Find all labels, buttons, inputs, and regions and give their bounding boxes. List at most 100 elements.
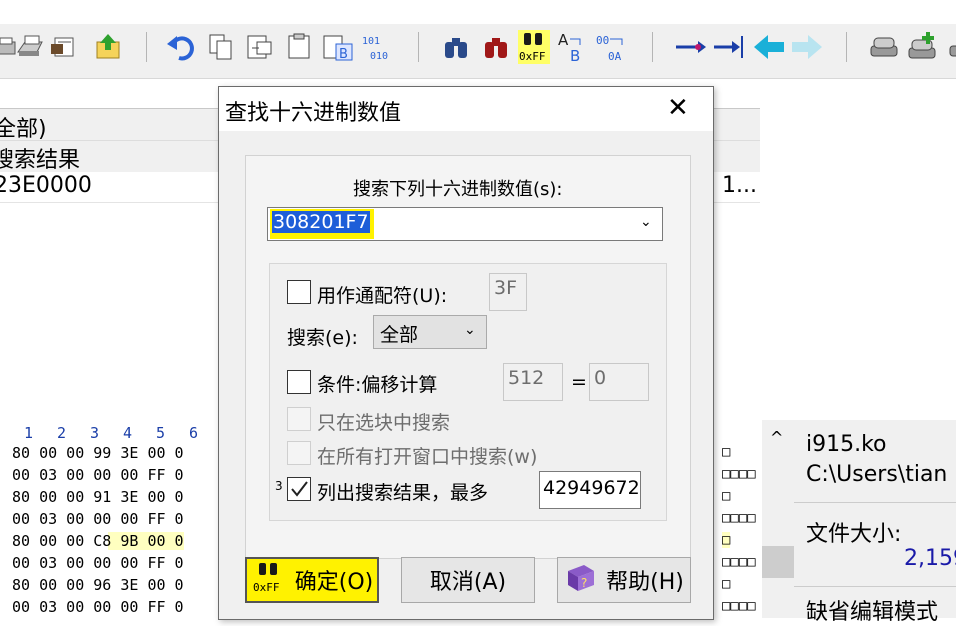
condition-checkbox[interactable] [287,370,311,394]
condition-remainder-field[interactable]: 0 [589,363,649,401]
toolbar-top-strip [0,0,956,24]
scroll-thumb[interactable] [762,546,794,578]
hex-row[interactable]: 00 03 00 00 00 FF 0 [12,598,184,616]
svg-text:B: B [339,47,348,62]
goto-marker-icon[interactable] [712,30,744,64]
clipboard-icon[interactable] [284,30,316,64]
condition-label: 条件:偏移计算 [317,374,438,396]
find-icon[interactable] [440,30,472,64]
toolbar-separator [652,32,653,62]
binary-icon[interactable]: 101 010 [360,30,392,64]
ascii-row[interactable]: □□□□ [722,554,756,570]
cancel-button[interactable]: 取消(A) [401,557,535,603]
goto-offset-icon[interactable] [674,30,706,64]
hex-column-label: 1 [24,424,34,442]
only-selected-checkbox[interactable] [287,407,311,431]
divider [794,502,956,503]
search-value-combobox[interactable]: 308201F7 ⌄ [267,207,663,241]
ascii-view[interactable]: □ □□□□ □ □□□□ □ □□□□ □ □□□□ [720,420,762,618]
ascii-row[interactable]: □□□□ [722,510,756,526]
hex-row[interactable]: 80 00 00 99 3E 00 0 [12,444,184,462]
back-icon[interactable] [752,30,784,64]
paste-icon[interactable] [244,30,276,64]
ascii-row[interactable]: □ [722,488,730,504]
search-scope-dropdown[interactable]: 全部 ⌄ [373,315,487,349]
hex-column-label: 4 [123,424,133,442]
result-offset: 23E0000 [0,173,92,198]
ascii-row[interactable]: □ [722,444,730,460]
find-hex-badge: 0xFF [519,50,546,63]
condition-equals: = [571,371,587,393]
ok-button[interactable]: 0xFF 确定(O) [245,557,379,603]
ok-label: 确定(O) [294,570,374,595]
condition-offset-field[interactable]: 512 [503,363,563,401]
hex-row[interactable]: 00 03 00 00 00 FF 0 [12,554,184,572]
printer-icon[interactable] [14,30,46,64]
svg-text:101: 101 [362,36,380,47]
search-value-text[interactable]: 308201F7 [272,211,370,233]
tab-all[interactable]: 全部) [0,111,47,143]
file-info-panel: i915.ko C:\Users\tian 文件大小: 2,159 缺省编辑模式 [794,420,956,625]
hex-row[interactable]: 80 00 00 96 3E 00 0 [12,576,184,594]
help-button[interactable]: ? 帮助(H) [557,557,691,603]
toolbar-separator [846,32,847,62]
list-results-prefix: 3 [275,479,283,493]
vertical-scrollbar[interactable]: ^ [762,420,794,618]
file-path: C:\Users\tian [806,462,948,487]
convert-icon[interactable]: B [322,30,354,64]
checkmark-icon [291,481,308,497]
hex-view[interactable]: 1 2 3 4 5 6 80 00 00 99 3E 00 0 00 03 00 00 00… [0,420,220,618]
replace-text-icon[interactable]: AB [556,30,588,64]
upload-icon[interactable] [92,30,124,64]
find-hex-dialog: 查找十六进制数值 ✕ 搜索下列十六进制数值(s): 308201F7 ⌄ 用作通… [218,86,714,620]
svg-text:B: B [570,47,580,63]
find-text-icon[interactable] [480,30,512,64]
disk-remove-icon[interactable] [942,30,956,64]
chevron-down-icon: ⌄ [464,322,476,338]
all-windows-label: 在所有打开窗口中搜索(w) [317,446,538,468]
svg-text:0A: 0A [608,50,622,63]
edit-mode-label: 缺省编辑模式 [806,600,939,625]
toolbar-separator [146,32,147,62]
scroll-up-icon[interactable]: ^ [770,428,783,447]
find-hex-icon: 0xFF [251,561,285,600]
search-label: 搜索下列十六进制数值(s): [353,179,563,200]
hex-column-label: 3 [90,424,100,442]
ascii-row[interactable]: □ [722,576,730,592]
svg-text:0xFF: 0xFF [253,581,280,594]
forward-icon[interactable] [790,30,822,64]
wildcard-label: 用作通配符(U): [317,285,448,307]
ascii-row[interactable]: □□□□ [722,466,756,482]
dialog-titlebar: 查找十六进制数值 ✕ [219,87,713,131]
disk-add-icon[interactable] [906,30,938,64]
list-results-checkbox[interactable] [287,477,311,501]
ascii-row[interactable]: □□□□ [722,598,756,614]
wildcard-field[interactable]: 3F [489,273,527,311]
hex-column-label: 6 [189,424,199,442]
hex-row[interactable]: 00 03 00 00 00 FF 0 [12,466,184,484]
toolbar-separator [418,32,419,62]
ascii-row[interactable]: □ [722,532,731,548]
svg-text:00: 00 [596,34,609,47]
hex-column-label: 5 [156,424,166,442]
file-size-value: 2,159 [904,546,956,571]
all-windows-checkbox[interactable] [287,441,311,465]
replace-hex-icon[interactable]: 00 0A [594,30,626,64]
close-icon[interactable]: ✕ [667,93,689,123]
hex-row[interactable]: 80 00 00 91 3E 00 0 [12,488,184,506]
hex-row[interactable]: 80 00 00 C8 9B 00 0 [12,532,184,550]
find-hex-icon[interactable]: 0xFF [518,30,550,64]
chevron-down-icon[interactable]: ⌄ [640,214,652,230]
wildcard-checkbox[interactable] [287,280,311,304]
results-column-header[interactable]: 搜索结果 [0,142,80,174]
list-results-max-field[interactable]: 429496729 [539,471,641,509]
only-selected-label: 只在选块中搜索 [317,412,451,434]
properties-icon[interactable] [48,30,80,64]
undo-icon[interactable] [164,30,196,64]
toolbar: B 101 010 0xFF AB 00 0A [0,0,956,79]
copy-icon[interactable] [206,30,238,64]
help-book-icon: ? [564,563,596,598]
hex-row[interactable]: 00 03 00 00 00 FF 0 [12,510,184,528]
disk-icon[interactable] [868,30,900,64]
cancel-label: 取消(A) [429,570,507,595]
